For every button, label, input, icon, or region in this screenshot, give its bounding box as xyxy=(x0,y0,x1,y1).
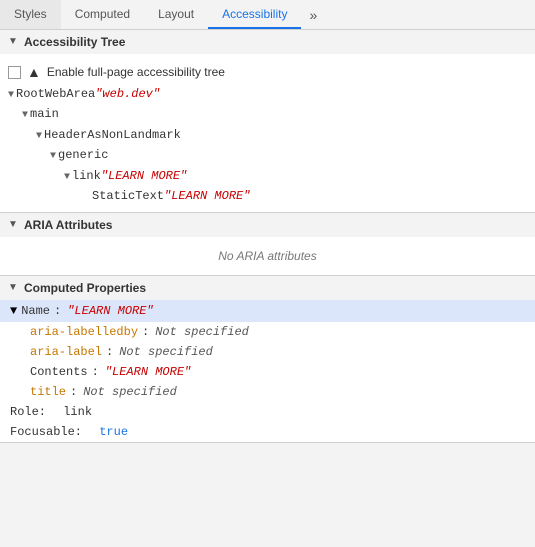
computed-row-contents: Contents : "LEARN MORE" xyxy=(0,362,535,382)
node-type-2: HeaderAsNonLandmark xyxy=(44,125,181,145)
node-type-0: RootWebArea xyxy=(16,84,95,104)
computed-row-role: Role: link xyxy=(0,402,535,422)
prop-colon-4: : xyxy=(70,385,77,399)
role-spacer xyxy=(50,405,57,419)
tree-node-4[interactable]: ▼ link "LEARN MORE" xyxy=(8,166,527,186)
prop-name-1: aria-labelledby xyxy=(30,325,138,339)
prop-value-0: "LEARN MORE" xyxy=(67,304,153,318)
accessibility-tree-section: ▼ Accessibility Tree ▲ Enable full-page … xyxy=(0,30,535,213)
computed-row-aria-labelledby: aria-labelledby : Not specified xyxy=(0,322,535,342)
tabs-bar: Styles Computed Layout Accessibility » xyxy=(0,0,535,30)
tree-node-0[interactable]: ▼ RootWebArea "web.dev" xyxy=(8,84,527,104)
computed-row-name[interactable]: ▼ Name : "LEARN MORE" xyxy=(0,300,535,322)
prop-name-2: aria-label xyxy=(30,345,102,359)
computed-row-title: title : Not specified xyxy=(0,382,535,402)
prop-value-2: Not specified xyxy=(119,345,213,359)
enable-checkbox[interactable] xyxy=(8,66,21,79)
aria-attributes-section: ▼ ARIA Attributes No ARIA attributes xyxy=(0,213,535,276)
computed-properties-header[interactable]: ▼ Computed Properties xyxy=(0,276,535,300)
role-label: Role: xyxy=(10,405,46,419)
aria-attributes-header[interactable]: ▼ ARIA Attributes xyxy=(0,213,535,237)
tree-node-3[interactable]: ▼ generic xyxy=(8,145,527,165)
accessibility-icon: ▲ xyxy=(27,64,41,80)
prop-colon-0: : xyxy=(54,304,61,318)
node-type-1: main xyxy=(30,104,59,124)
enable-label: Enable full-page accessibility tree xyxy=(47,65,225,79)
tab-accessibility[interactable]: Accessibility xyxy=(208,0,301,29)
accessibility-tree-content: ▲ Enable full-page accessibility tree ▼ … xyxy=(0,54,535,212)
focusable-spacer xyxy=(86,425,93,439)
arrow-icon-3: ▼ xyxy=(50,148,56,165)
prop-name-0: Name xyxy=(21,304,50,318)
tree-nodes: ▼ RootWebArea "web.dev" ▼ main ▼ HeaderA… xyxy=(8,84,527,206)
accessibility-tree-header[interactable]: ▼ Accessibility Tree xyxy=(0,30,535,54)
triangle-aria-icon: ▼ xyxy=(8,219,20,231)
role-value: link xyxy=(63,405,92,419)
aria-attributes-title: ARIA Attributes xyxy=(24,218,112,232)
node-type-3: generic xyxy=(58,145,108,165)
triangle-name-icon: ▼ xyxy=(10,304,17,318)
prop-colon-2: : xyxy=(106,345,113,359)
node-string-5: "LEARN MORE" xyxy=(164,186,250,206)
tab-layout[interactable]: Layout xyxy=(144,0,208,29)
triangle-computed-icon: ▼ xyxy=(8,282,20,294)
more-tabs-button[interactable]: » xyxy=(301,0,325,29)
tree-node-2[interactable]: ▼ HeaderAsNonLandmark xyxy=(8,125,527,145)
node-string-0: "web.dev" xyxy=(95,84,160,104)
aria-empty-text: No ARIA attributes xyxy=(0,237,535,275)
computed-properties-section: ▼ Computed Properties ▼ Name : "LEARN MO… xyxy=(0,276,535,443)
prop-value-3: "LEARN MORE" xyxy=(105,365,191,379)
computed-properties-content: ▼ Name : "LEARN MORE" aria-labelledby : … xyxy=(0,300,535,442)
node-type-5: StaticText xyxy=(92,186,164,206)
prop-colon-1: : xyxy=(142,325,149,339)
node-type-4: link xyxy=(72,166,101,186)
computed-row-focusable: Focusable: true xyxy=(0,422,535,442)
panel: ▼ Accessibility Tree ▲ Enable full-page … xyxy=(0,30,535,547)
arrow-icon-4: ▼ xyxy=(64,169,70,186)
node-string-4: "LEARN MORE" xyxy=(101,166,187,186)
enable-row: ▲ Enable full-page accessibility tree xyxy=(8,60,527,84)
focusable-label: Focusable: xyxy=(10,425,82,439)
arrow-icon-0: ▼ xyxy=(8,87,14,104)
arrow-icon-2: ▼ xyxy=(36,128,42,145)
prop-value-4: Not specified xyxy=(83,385,177,399)
prop-name-3: Contents xyxy=(30,365,88,379)
accessibility-tree-title: Accessibility Tree xyxy=(24,35,125,49)
tab-styles[interactable]: Styles xyxy=(0,0,61,29)
prop-value-1: Not specified xyxy=(155,325,249,339)
tree-node-1[interactable]: ▼ main xyxy=(8,104,527,124)
prop-colon-3: : xyxy=(92,365,99,379)
tab-computed[interactable]: Computed xyxy=(61,0,144,29)
tree-node-5[interactable]: StaticText "LEARN MORE" xyxy=(8,186,527,206)
arrow-icon-1: ▼ xyxy=(22,107,28,124)
focusable-value: true xyxy=(99,425,128,439)
triangle-icon: ▼ xyxy=(8,36,20,48)
computed-row-aria-label: aria-label : Not specified xyxy=(0,342,535,362)
computed-properties-title: Computed Properties xyxy=(24,281,146,295)
prop-name-4: title xyxy=(30,385,66,399)
